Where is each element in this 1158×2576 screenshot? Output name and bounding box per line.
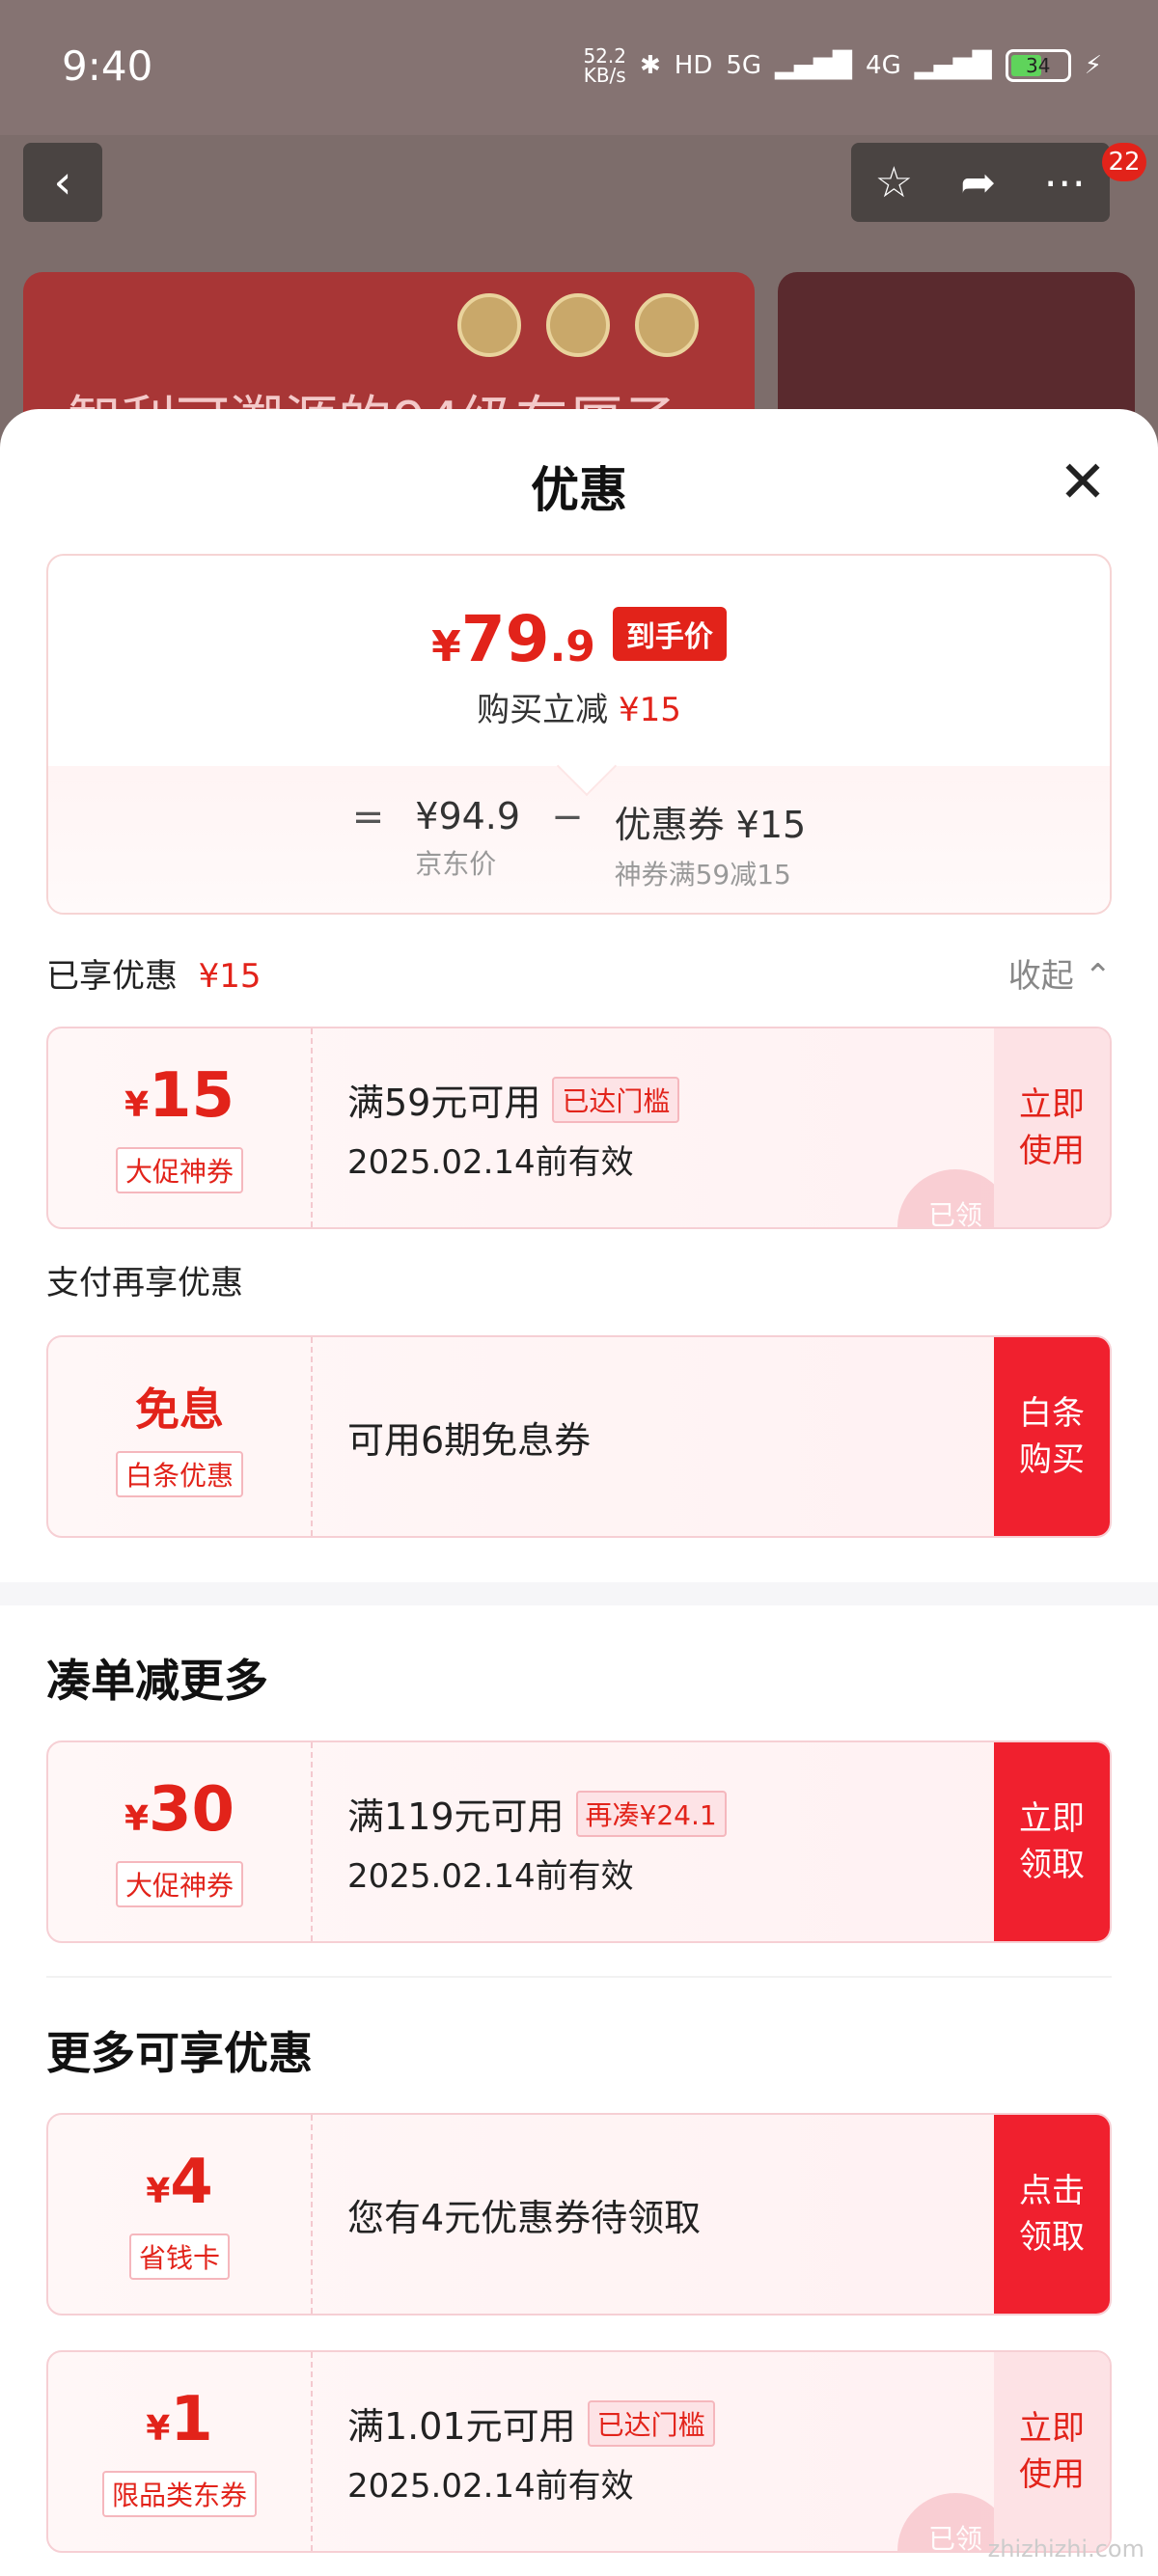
threshold-pill: 再凑¥24.1 [575, 1790, 727, 1837]
separator [46, 1976, 1112, 1978]
charging-icon: ⚡ [1084, 51, 1102, 80]
enjoyed-label: 已享优惠 ¥15 [46, 957, 262, 996]
section-divider [0, 1582, 1158, 1605]
network-speed: 52.2 KB/s [583, 44, 626, 87]
coupon-deduction: 优惠券 ¥15 神券满59减15 [614, 804, 807, 891]
price-summary: ¥ 79 .9 到手价 购买立减 ¥15 = ¥94.9 京东价 − 优惠券 ¥… [46, 554, 1112, 915]
price-reduction: 购买立减 ¥15 [477, 691, 681, 729]
status-icons: 52.2 KB/s ✱ HD 5G ▂▄▆█ 4G ▂▄▆█ 34 ⚡ [583, 46, 1102, 85]
hd-icon: HD [674, 51, 713, 80]
coupon-type-tag: 大促神券 [115, 1861, 243, 1907]
coupon-amount-block: ¥4 省钱卡 [48, 2115, 313, 2314]
coupon-amount-block: ¥1 限品类东券 [48, 2352, 313, 2551]
coupon-amount-block: 免息 白条优惠 [48, 1337, 313, 1536]
message-badge: 22 [1102, 143, 1146, 181]
threshold-pill: 已达门槛 [552, 1076, 680, 1123]
clock: 9:40 [62, 42, 153, 90]
use-now-button[interactable]: 立即使用 [994, 1028, 1110, 1227]
signal-5g: 5G [726, 51, 762, 80]
claim-now-button[interactable]: 立即领取 [994, 1742, 1110, 1941]
product-page-background: ‹ ☆ ➦ ⋯ 22 智利可溯源的94级车厘子 [0, 135, 1158, 465]
coupon-type-tag: 省钱卡 [128, 2233, 230, 2280]
final-price: ¥ 79 .9 到手价 [48, 602, 1110, 676]
coupon-card: ¥4 省钱卡 您有4元优惠券待领取 点击领取 [46, 2113, 1112, 2316]
chevron-left-icon: ‹ [53, 155, 72, 209]
coupon-card: 免息 白条优惠 可用6期免息券 白条购买 [46, 1335, 1112, 1538]
price-formula: = ¥94.9 京东价 − 优惠券 ¥15 神券满59减15 [351, 795, 807, 891]
battery-icon: 34 [1005, 49, 1071, 82]
coupon-info: 您有4元优惠券待领取 [347, 2196, 702, 2239]
back-button[interactable]: ‹ [23, 143, 102, 222]
bluetooth-icon: ✱ [639, 51, 661, 80]
signal-icon: ▂▄▆█ [914, 51, 992, 80]
coupon-card: ¥1 限品类东券 满1.01元可用 已达门槛 2025.02.14前有效 已领 立… [46, 2350, 1112, 2553]
click-claim-button[interactable]: 点击领取 [994, 2115, 1110, 2314]
coupon-type-tag: 限品类东券 [101, 2471, 257, 2517]
medal-icon [635, 293, 699, 357]
coupon-amount-block: ¥15 大促神券 [48, 1028, 313, 1227]
final-price-tag: 到手价 [612, 606, 727, 661]
status-bar: 9:40 52.2 KB/s ✱ HD 5G ▂▄▆█ 4G ▂▄▆█ 34 ⚡ [0, 0, 1158, 135]
share-icon[interactable]: ➦ [960, 158, 996, 207]
discount-sheet: 优惠 ✕ ¥ 79 .9 到手价 购买立减 ¥15 = ¥94.9 京东价 − … [0, 409, 1158, 2576]
top-toolbar: ☆ ➦ ⋯ [851, 143, 1110, 222]
coupon-info: 可用6期免息券 [347, 1418, 592, 1462]
coupon-type-tag: 大促神券 [115, 1147, 243, 1193]
medal-icon [457, 293, 521, 357]
section-title: 更多可享优惠 [46, 2027, 313, 2079]
coupon-card: ¥15 大促神券 满59元可用 已达门槛 2025.02.14前有效 已领 立即使… [46, 1027, 1112, 1229]
coupon-amount-block: ¥30 大促神券 [48, 1742, 313, 1941]
baitiao-buy-button[interactable]: 白条购买 [994, 1337, 1110, 1536]
site-logo: zhizhizhi.com [987, 2535, 1144, 2562]
base-price: ¥94.9 京东价 [415, 795, 521, 880]
coupon-info: 满119元可用 再凑¥24.1 2025.02.14前有效 [347, 1742, 727, 1941]
section-title: 凑单减更多 [46, 1655, 268, 1707]
coupon-info: 满59元可用 已达门槛 2025.02.14前有效 [347, 1028, 680, 1227]
coupon-type-tag: 白条优惠 [115, 1451, 243, 1497]
signal-4g: 4G [866, 51, 901, 80]
coupon-info: 满1.01元可用 已达门槛 2025.02.14前有效 [347, 2352, 715, 2551]
use-now-button[interactable]: 立即使用 [994, 2352, 1110, 2551]
medal-icon [546, 293, 610, 357]
collapse-button[interactable]: 收起 ⌃ [1008, 949, 1112, 997]
sheet-title: 优惠 [531, 462, 627, 518]
coupon-card: ¥30 大促神券 满119元可用 再凑¥24.1 2025.02.14前有效 立即… [46, 1740, 1112, 1943]
signal-icon: ▂▄▆█ [775, 51, 853, 80]
pay-label: 支付再享优惠 [46, 1264, 243, 1302]
threshold-pill: 已达门槛 [587, 2399, 715, 2447]
close-icon[interactable]: ✕ [1056, 453, 1110, 511]
star-icon[interactable]: ☆ [875, 158, 913, 207]
more-icon[interactable]: ⋯ [1043, 158, 1086, 207]
